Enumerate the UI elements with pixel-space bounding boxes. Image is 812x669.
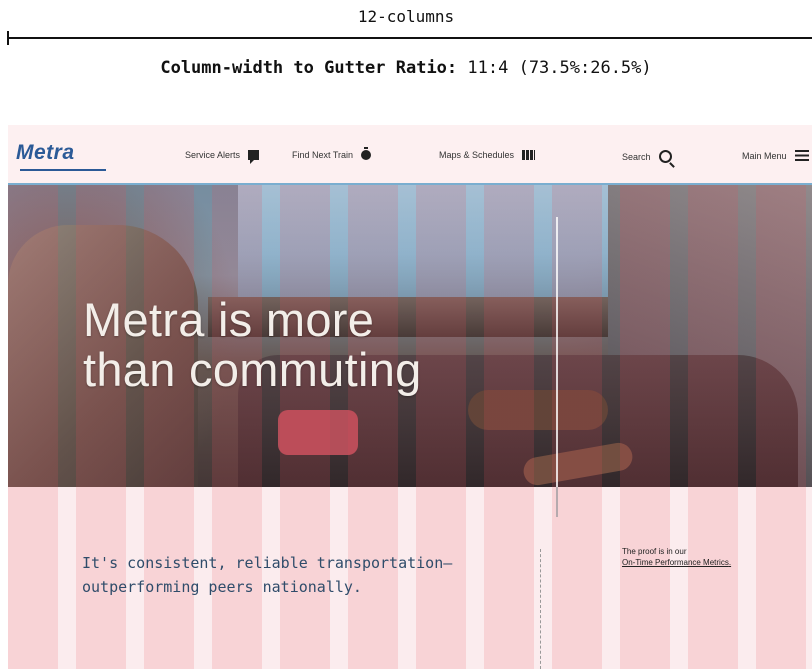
nav-main-menu[interactable]: Main Menu (742, 150, 809, 161)
map-icon (522, 150, 536, 160)
tagline: It's consistent, reliable transportation… (82, 551, 452, 599)
metra-logo[interactable]: Metra (16, 141, 75, 165)
nav-label: Main Menu (742, 150, 787, 161)
website-mockup: Metra Service Alerts Find Next Train Map… (8, 125, 812, 669)
content-dashed-guide (540, 549, 541, 669)
ratio-line: Column-width to Gutter Ratio: 11:4 (73.5… (0, 58, 812, 78)
nav-label: Find Next Train (292, 150, 354, 160)
nav-service-alerts[interactable]: Service Alerts (185, 150, 260, 164)
search-icon (658, 150, 672, 163)
hero-title-line: than commuting (83, 343, 422, 396)
ratio-label: Column-width to Gutter Ratio: (160, 58, 458, 78)
hero-divider-line (556, 217, 558, 487)
tagline-line: outperforming peers nationally. (82, 578, 362, 596)
nav-label: Service Alerts (185, 150, 241, 160)
proof-text-block: The proof is in our On-Time Performance … (622, 546, 732, 568)
logo-underline (20, 169, 106, 171)
proof-text: The proof is in our (622, 547, 687, 556)
nav-maps-schedules[interactable]: Maps & Schedules (439, 150, 536, 160)
navbar: Metra Service Alerts Find Next Train Map… (8, 125, 812, 185)
proof-link-text: On-Time Performance Metrics (622, 558, 729, 567)
grid-label: 12-columns (357, 7, 455, 26)
timer-icon (361, 147, 372, 160)
on-time-performance-link[interactable]: On-Time Performance Metrics. (622, 557, 732, 568)
nav-find-next-train[interactable]: Find Next Train (292, 147, 372, 160)
nav-search[interactable]: Search (622, 150, 672, 163)
menu-icon (794, 150, 809, 161)
hero-banner: Metra is more than commuting (8, 185, 812, 487)
proof-suffix: . (728, 558, 732, 567)
grid-rule (8, 37, 812, 39)
hero-title: Metra is more than commuting (83, 295, 422, 395)
content-section: It's consistent, reliable transportation… (8, 487, 812, 669)
nav-label: Maps & Schedules (439, 150, 515, 160)
ratio-value: 11:4 (73.5%:26.5%) (467, 58, 652, 78)
hero-title-line: Metra is more (83, 293, 375, 346)
alert-icon (248, 150, 260, 164)
tagline-line: It's consistent, reliable transportation… (82, 554, 453, 572)
content-divider-line (556, 487, 558, 517)
nav-label: Search (622, 151, 651, 162)
